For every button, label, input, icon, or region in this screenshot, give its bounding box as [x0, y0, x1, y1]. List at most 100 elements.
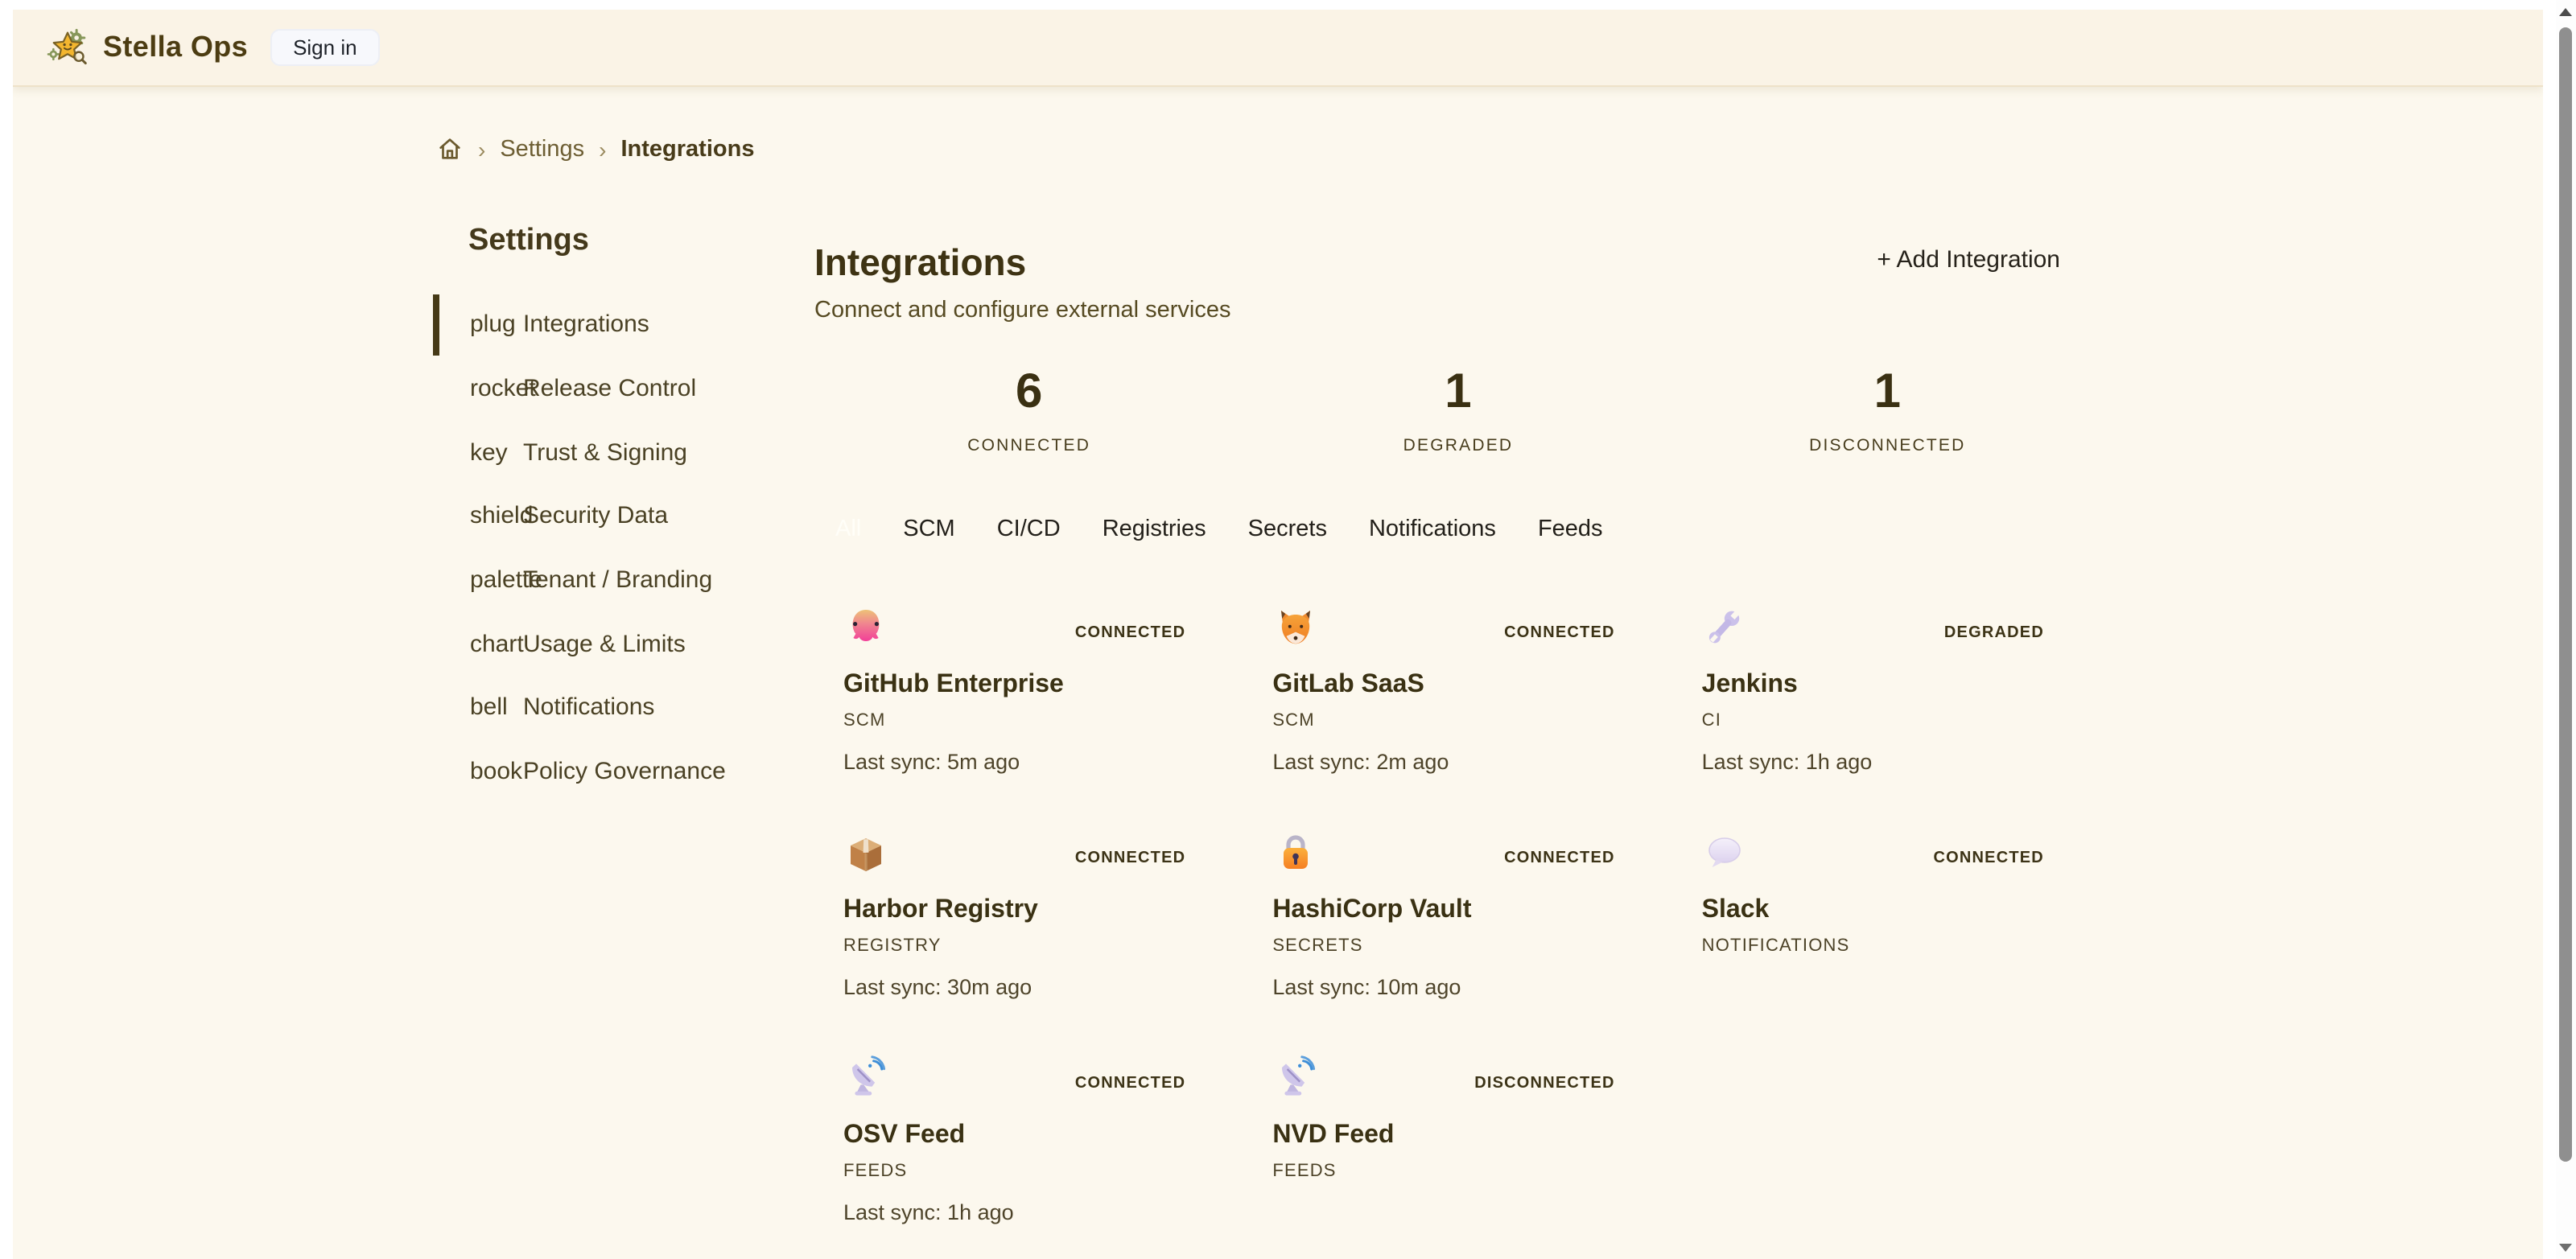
integration-card-hashicorp-vault[interactable]: CONNECTEDHashiCorp VaultSECRETSLast sync…	[1243, 817, 1672, 1000]
integration-name: OSV Feed	[843, 1121, 1214, 1150]
stat-value: 6	[814, 368, 1243, 416]
sidebar-item-security-data[interactable]: shieldSecurity Data	[427, 484, 781, 548]
sidebar-item-release-control[interactable]: rocketRelease Control	[427, 356, 781, 420]
tab-scm[interactable]: SCM	[882, 516, 975, 543]
sidebar-item-label: Trust & Signing	[523, 438, 687, 466]
page-scrollbar[interactable]	[2556, 0, 2576, 1259]
integration-category: REGISTRY	[843, 936, 1214, 957]
integration-card-harbor-registry[interactable]: CONNECTED Harbor Registry REGISTRY Last syn…	[814, 817, 1243, 1000]
status-badge: CONNECTED	[1075, 849, 1186, 866]
sidebar-item-tenant-branding[interactable]: paletteTenant / Branding	[427, 549, 781, 612]
last-sync-text: Last sync: 2m ago	[1272, 749, 1643, 775]
sidebar-item-label: Release Control	[523, 375, 696, 402]
status-badge: DISCONNECTED	[1474, 1074, 1614, 1092]
integration-name: GitLab SaaS	[1272, 670, 1643, 699]
stat-degraded: 1 DEGRADED	[1243, 368, 1672, 455]
integration-card-nvd-feed[interactable]: DISCONNECTED NVD Feed FEEDS	[1243, 1042, 1672, 1225]
status-summary: 6CONNECTED1DEGRADED1DISCONNECTED	[814, 368, 2102, 455]
palette-icon: palette	[470, 566, 523, 594]
integration-card-jenkins[interactable]: DEGRADED Jenkins CI Last sync: 1h ago	[1673, 591, 2102, 775]
settings-sidebar: Settings plugIntegrationsrocketRelease C…	[427, 225, 781, 804]
chart-icon: chart	[470, 631, 523, 658]
last-sync-text: Last sync: 30m ago	[843, 974, 1214, 1000]
status-badge: DEGRADED	[1944, 623, 2044, 641]
integration-category: SCM	[1272, 710, 1643, 731]
integration-name: Jenkins	[1702, 670, 2073, 699]
sidebar-item-label: Policy Governance	[523, 758, 726, 785]
stat-disconnected: 1 DISCONNECTED	[1673, 368, 2102, 455]
app-background: Stella Ops Sign in › Settings › Integrat…	[13, 10, 2542, 1259]
stat-label: CONNECTED	[814, 435, 1243, 455]
home-icon[interactable]	[436, 135, 464, 163]
top-bar: Stella Ops Sign in	[13, 10, 2542, 87]
app-viewport: Stella Ops Sign in › Settings › Integrat…	[0, 0, 2576, 1259]
breadcrumb-separator: ›	[478, 136, 485, 162]
content-layout: Settings plugIntegrationsrocketRelease C…	[427, 225, 2542, 1225]
integration-category: FEEDS	[1272, 1161, 1643, 1182]
category-tabs: AllSCMCI/CDRegistriesSecretsNotification…	[814, 516, 2102, 543]
stat-label: DEGRADED	[1243, 435, 1672, 455]
sidebar-item-usage-limits[interactable]: chartUsage & Limits	[427, 612, 781, 676]
sidebar-item-notifications[interactable]: bellNotifications	[427, 676, 781, 739]
integration-name: GitHub Enterprise	[843, 670, 1214, 699]
book-icon: book	[470, 758, 523, 785]
integration-category: SCM	[843, 710, 1214, 731]
integration-card-slack[interactable]: CONNECTED Slack NOTIFICATIONS	[1673, 817, 2102, 1000]
integration-name: Harbor Registry	[843, 895, 1214, 924]
sidebar-item-label: Security Data	[523, 503, 668, 530]
sidebar-item-label: Tenant / Branding	[523, 566, 712, 594]
sign-in-button[interactable]: Sign in	[270, 29, 380, 66]
integration-name: HashiCorp Vault	[1272, 895, 1643, 924]
last-sync-text: Last sync: 1h ago	[843, 1199, 1214, 1225]
status-badge: CONNECTED	[1504, 849, 1615, 866]
sidebar-title: Settings	[468, 225, 781, 256]
stat-value: 1	[1673, 368, 2102, 416]
last-sync-text: Last sync: 5m ago	[843, 749, 1214, 775]
stat-connected: 6 CONNECTED	[814, 368, 1243, 455]
scrollbar-thumb[interactable]	[2559, 27, 2572, 1162]
breadcrumb-current: Integrations	[621, 136, 755, 162]
last-sync-text: Last sync: 10m ago	[1272, 974, 1643, 1000]
integration-category: NOTIFICATIONS	[1702, 936, 2073, 957]
last-sync-text: Last sync: 1h ago	[1702, 749, 2073, 775]
sidebar-item-label: Notifications	[523, 694, 654, 722]
status-badge: CONNECTED	[1075, 623, 1186, 641]
sidebar-nav: plugIntegrationsrocketRelease Controlkey…	[427, 293, 781, 804]
tab-feeds[interactable]: Feeds	[1517, 516, 1624, 543]
status-badge: CONNECTED	[1933, 849, 2044, 866]
integration-card-github-enterprise[interactable]: CONNECTED GitHub Enterprise SCM Last sync: …	[814, 591, 1243, 775]
stat-label: DISCONNECTED	[1673, 435, 2102, 455]
scrollbar-down-arrow[interactable]	[2559, 1243, 2572, 1251]
tab-ci-cd[interactable]: CI/CD	[976, 516, 1082, 543]
page-subtitle: Connect and configure external services	[814, 297, 1230, 323]
status-badge: CONNECTED	[1504, 623, 1615, 641]
sidebar-item-integrations[interactable]: plugIntegrations	[427, 293, 781, 356]
breadcrumb: › Settings › Integrations	[436, 135, 2542, 163]
integrations-panel: Integrations Connect and configure exter…	[814, 225, 2102, 1225]
integration-category: CI	[1702, 710, 2073, 731]
integration-name: NVD Feed	[1272, 1121, 1643, 1150]
tab-notifications[interactable]: Notifications	[1348, 516, 1517, 543]
key-icon: key	[470, 438, 523, 466]
integration-name: Slack	[1702, 895, 2073, 924]
tab-registries[interactable]: Registries	[1082, 516, 1227, 543]
stat-value: 1	[1243, 368, 1672, 416]
scrollbar-up-arrow[interactable]	[2559, 8, 2572, 16]
sidebar-item-policy-governance[interactable]: bookPolicy Governance	[427, 740, 781, 804]
breadcrumb-separator: ›	[599, 136, 606, 162]
add-integration-button[interactable]: + Add Integration	[1877, 246, 2060, 274]
status-badge: CONNECTED	[1075, 1074, 1186, 1092]
tab-secrets[interactable]: Secrets	[1227, 516, 1348, 543]
page-title: Integrations	[814, 241, 1230, 286]
stella-ops-logo-icon	[47, 27, 89, 68]
sidebar-item-label: Integrations	[523, 311, 649, 339]
shield-icon: shield	[470, 503, 523, 530]
sidebar-item-label: Usage & Limits	[523, 631, 686, 658]
rocket-icon: rocket	[470, 375, 523, 402]
integration-card-gitlab-saas[interactable]: CONNECTED GitLab SaaS SCM Last sync: 2m ago	[1243, 591, 1672, 775]
integration-card-osv-feed[interactable]: CONNECTEDOSV FeedFEEDSLast sync: 1h ago	[814, 1042, 1243, 1225]
breadcrumb-settings[interactable]: Settings	[500, 136, 584, 162]
brand-title: Stella Ops	[103, 31, 248, 64]
tab-all[interactable]: All	[814, 516, 882, 543]
sidebar-item-trust-signing[interactable]: keyTrust & Signing	[427, 421, 781, 484]
